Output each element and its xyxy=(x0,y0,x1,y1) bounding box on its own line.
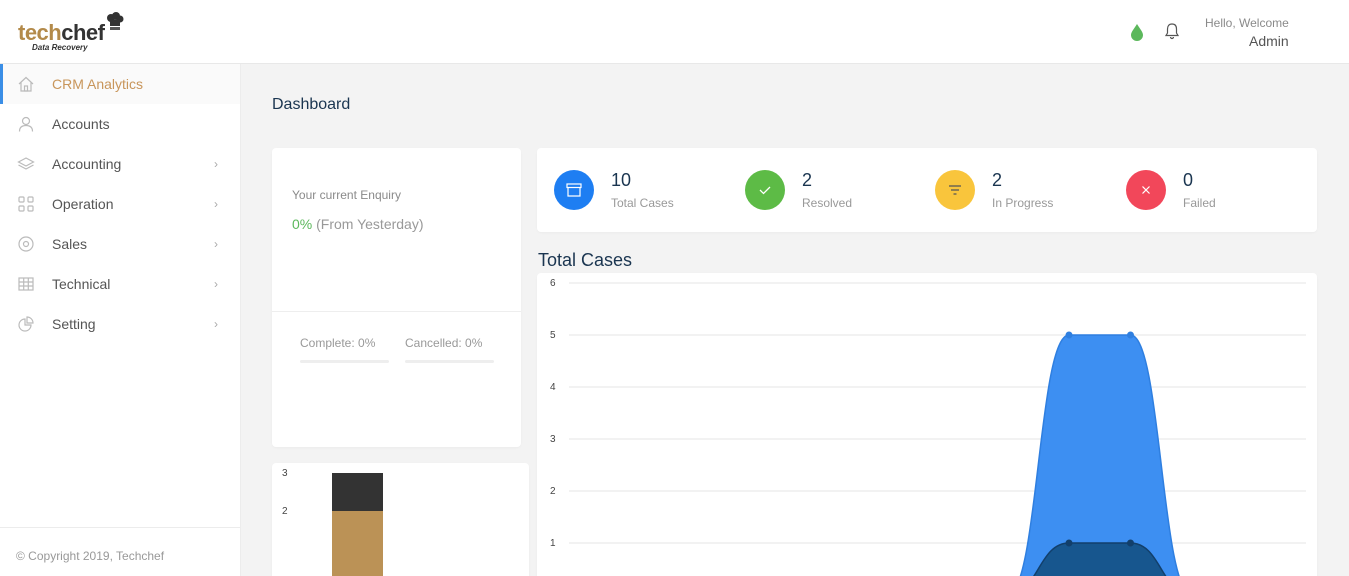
chart-title: Total Cases xyxy=(538,250,633,270)
y-tick-label: 5 xyxy=(550,330,556,341)
enquiry-suffix: (From Yesterday) xyxy=(312,216,424,232)
layers-icon xyxy=(17,157,35,170)
top-header: techchef Data Recovery Hello, Welcome Ad… xyxy=(0,0,1349,64)
sidebar-item-label: Technical xyxy=(52,276,111,292)
page-title: Dashboard xyxy=(272,96,351,113)
target-icon xyxy=(18,236,34,252)
chevron-right-icon: › xyxy=(214,197,218,211)
cancelled-progress-bar xyxy=(405,360,494,363)
sidebar: CRM Analytics Accounts Accounting › Oper… xyxy=(0,64,241,576)
drop-icon[interactable] xyxy=(1130,23,1144,41)
enquiry-title: Your current Enquiry xyxy=(292,188,401,202)
sidebar-divider xyxy=(0,527,240,528)
mini-bar-chart-card: 432 xyxy=(272,463,529,576)
greeting-text: Hello, Welcome xyxy=(1205,16,1289,30)
sidebar-item-operation[interactable]: Operation › xyxy=(0,184,240,224)
stat-label: In Progress xyxy=(992,196,1054,210)
chevron-right-icon: › xyxy=(214,317,218,331)
user-menu[interactable]: Admin xyxy=(1249,33,1289,49)
copyright-text: © Copyright 2019, Techchef xyxy=(16,549,165,563)
bar-segment[interactable] xyxy=(332,473,383,511)
series-area-0 xyxy=(1020,335,1180,576)
sidebar-item-crm-analytics[interactable]: CRM Analytics xyxy=(0,64,240,104)
stat-in-progress[interactable]: 2 In Progress xyxy=(918,148,1098,232)
y-tick-label: 3 xyxy=(282,468,288,479)
sidebar-item-label: Sales xyxy=(52,236,88,252)
data-point[interactable] xyxy=(1065,331,1073,339)
chevron-right-icon: › xyxy=(214,277,218,291)
check-icon xyxy=(759,186,771,195)
sidebar-item-technical[interactable]: Technical › xyxy=(0,264,240,304)
stat-icon-circle xyxy=(745,170,785,210)
total-cases-area-chart: 6 5 4 3 2 1 xyxy=(550,278,1306,576)
home-icon xyxy=(18,76,34,92)
sidebar-item-accounting[interactable]: Accounting › xyxy=(0,144,240,184)
table-icon xyxy=(18,277,34,291)
sidebar-item-label: CRM Analytics xyxy=(52,76,144,92)
stat-resolved[interactable]: 2 Resolved xyxy=(728,148,908,232)
mini-bar-chart: 432 xyxy=(282,468,383,576)
stat-label: Failed xyxy=(1183,196,1216,210)
complete-progress-bar xyxy=(300,360,389,363)
user-icon xyxy=(18,116,34,132)
sidebar-item-label: Accounting xyxy=(52,156,122,172)
sidebar-item-accounts[interactable]: Accounts xyxy=(0,104,240,144)
grid-icon xyxy=(18,196,34,212)
stat-value: 10 xyxy=(611,170,632,190)
stat-icon-circle xyxy=(935,170,975,210)
y-tick-label: 2 xyxy=(550,486,556,497)
sidebar-item-sales[interactable]: Sales › xyxy=(0,224,240,264)
stat-icon-circle xyxy=(1126,170,1166,210)
y-tick-label: 3 xyxy=(550,434,556,445)
sidebar-item-label: Accounts xyxy=(52,116,110,132)
data-point[interactable] xyxy=(1127,331,1134,339)
complete-label: Complete: 0% xyxy=(300,336,376,350)
bell-icon[interactable] xyxy=(1163,22,1181,40)
y-tick-label: 1 xyxy=(550,538,556,549)
stat-value: 0 xyxy=(1183,170,1194,190)
close-icon xyxy=(1142,186,1150,194)
enquiry-percent: 0% xyxy=(292,216,313,232)
y-tick-label: 6 xyxy=(550,278,556,289)
chevron-right-icon: › xyxy=(214,237,218,251)
total-cases-chart-card: 6 5 4 3 2 1 xyxy=(537,273,1317,576)
stat-value: 2 xyxy=(992,170,1003,190)
techchef-logo[interactable]: techchef Data Recovery xyxy=(18,12,128,54)
enquiry-value: 0% (From Yesterday) xyxy=(292,216,424,232)
chevron-right-icon: › xyxy=(214,157,218,171)
y-tick-label: 4 xyxy=(550,382,556,393)
sidebar-item-setting[interactable]: Setting › xyxy=(0,304,240,344)
stats-card: 10 Total Cases 2 Resolved 2 In Progress … xyxy=(537,148,1317,232)
data-point[interactable] xyxy=(1127,539,1134,547)
enquiry-card: Your current Enquiry 0% (From Yesterday)… xyxy=(272,148,521,447)
stat-failed[interactable]: 0 Failed xyxy=(1109,148,1289,232)
stat-value: 2 xyxy=(802,170,813,190)
stat-label: Resolved xyxy=(802,196,853,210)
stat-icon-circle xyxy=(554,170,594,210)
pie-icon xyxy=(18,316,34,332)
archive-icon xyxy=(566,183,582,197)
sidebar-item-label: Operation xyxy=(52,196,114,212)
cancelled-label: Cancelled: 0% xyxy=(405,336,483,350)
bar-segment[interactable] xyxy=(332,511,383,576)
card-divider xyxy=(272,311,521,312)
y-tick-label: 2 xyxy=(282,506,288,517)
filter-icon xyxy=(949,185,961,195)
chef-hat-icon xyxy=(107,12,124,30)
logo-subtitle: Data Recovery xyxy=(32,43,88,52)
stat-label: Total Cases xyxy=(611,196,674,210)
sidebar-item-label: Setting xyxy=(52,316,96,332)
stat-total-cases[interactable]: 10 Total Cases xyxy=(537,148,717,232)
data-point[interactable] xyxy=(1065,539,1073,547)
